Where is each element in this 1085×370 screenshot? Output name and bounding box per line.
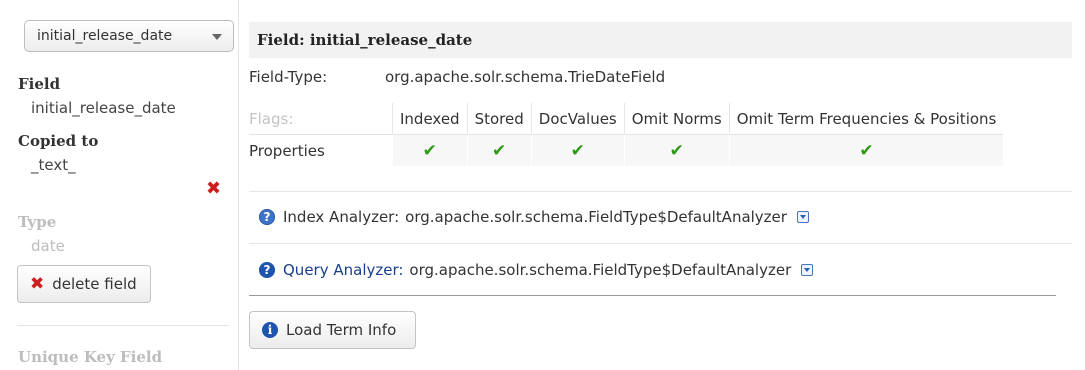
load-term-info-button[interactable]: i Load Term Info — [249, 311, 416, 349]
query-analyzer-label[interactable]: Query Analyzer: — [283, 261, 403, 279]
index-analyzer-row: ? Index Analyzer: org.apache.solr.schema… — [259, 208, 809, 226]
check-icon: ✔ — [859, 140, 874, 161]
column-header: Omit Norms — [623, 103, 730, 135]
sidebar-divider — [17, 325, 229, 326]
field-type-value: org.apache.solr.schema.TrieDateField — [385, 68, 666, 86]
check-icon: ✔ — [669, 140, 684, 161]
column-header: Indexed — [392, 103, 468, 135]
delete-field-label: delete field — [52, 275, 137, 293]
divider — [249, 295, 1056, 296]
close-icon: ✖ — [30, 274, 45, 294]
load-term-info-label: Load Term Info — [286, 321, 397, 339]
help-icon[interactable]: ? — [259, 262, 275, 278]
chevron-down-icon[interactable] — [796, 211, 809, 223]
sidebar: initial_release_date Field initial_relea… — [0, 0, 239, 370]
flags-label: Flags: — [249, 103, 393, 135]
field-name-value: initial_release_date — [31, 99, 176, 117]
help-icon[interactable]: ? — [259, 209, 275, 225]
type-value: date — [31, 237, 65, 255]
table-cell: ✔ — [466, 134, 532, 166]
field-type-label: Field-Type: — [249, 68, 328, 86]
column-header: DocValues — [530, 103, 625, 135]
table-cell: ✔ — [728, 134, 1004, 166]
table-cell: ✔ — [623, 134, 730, 166]
field-select[interactable]: initial_release_date — [24, 20, 234, 52]
delete-field-button[interactable]: ✖ delete field — [17, 265, 151, 303]
index-analyzer-value: org.apache.solr.schema.FieldType$Default… — [405, 208, 787, 226]
unique-key-label: Unique Key Field — [18, 348, 163, 366]
check-icon: ✔ — [492, 140, 507, 161]
properties-label: Properties — [249, 134, 393, 166]
copied-to-value: _text_ — [31, 156, 76, 174]
chevron-down-icon[interactable] — [801, 264, 814, 276]
field-details: Field: initial_release_date Field-Type: … — [249, 0, 1072, 370]
flags-table: Flags: Indexed Stored DocValues Omit Nor… — [249, 103, 1004, 166]
table-cell: ✔ — [530, 134, 625, 166]
close-icon[interactable]: ✖ — [206, 178, 221, 199]
flags-header-row: Flags: Indexed Stored DocValues Omit Nor… — [249, 103, 1004, 135]
divider — [249, 191, 1072, 192]
divider — [249, 243, 1072, 244]
type-label: Type — [18, 213, 57, 231]
page-title: Field: initial_release_date — [249, 22, 1072, 58]
check-icon: ✔ — [422, 140, 437, 161]
copied-to-label: Copied to — [18, 132, 99, 150]
field-label: Field — [18, 75, 61, 93]
query-analyzer-row: ? Query Analyzer: org.apache.solr.schema… — [259, 261, 814, 279]
field-select-value: initial_release_date — [37, 28, 173, 44]
column-header: Stored — [466, 103, 532, 135]
query-analyzer-value: org.apache.solr.schema.FieldType$Default… — [409, 261, 792, 279]
check-icon: ✔ — [570, 140, 585, 161]
index-analyzer-label: Index Analyzer: — [283, 208, 400, 226]
properties-row: Properties ✔ ✔ ✔ ✔ ✔ — [249, 134, 1004, 166]
table-cell: ✔ — [392, 134, 468, 166]
chevron-down-icon — [212, 34, 222, 40]
column-header: Omit Term Frequencies & Positions — [728, 103, 1004, 135]
info-icon: i — [262, 322, 278, 338]
